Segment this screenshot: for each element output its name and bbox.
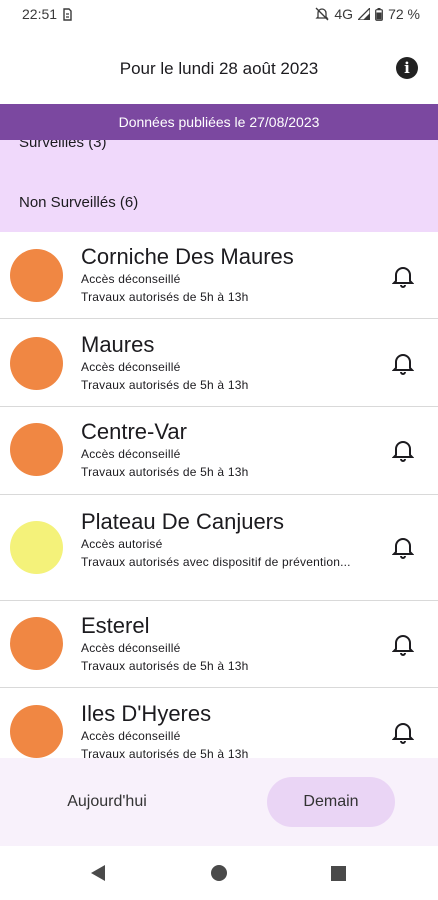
- recents-icon[interactable]: [331, 866, 346, 886]
- page-title: Pour le lundi 28 août 2023: [119, 59, 319, 78]
- risk-indicator: [10, 249, 63, 302]
- bottom-navigation: Aujourd'hui Demain: [0, 758, 438, 846]
- tab-tomorrow[interactable]: Demain: [267, 777, 395, 827]
- access-status: Accès autorisé: [81, 537, 163, 551]
- group-header-non-surveilles[interactable]: Non Surveillés (6): [19, 194, 138, 211]
- group-header-surveilles[interactable]: Surveillés (3): [19, 140, 107, 151]
- battery-level: 72 %: [388, 6, 420, 22]
- massif-list: Corniche Des Maures Accès déconseillé Tr…: [0, 232, 438, 758]
- app-bar: Pour le lundi 28 août 2023 i: [0, 40, 438, 98]
- system-navigation-bar: [0, 846, 438, 900]
- access-status: Accès déconseillé: [81, 272, 181, 286]
- status-bar: 22:51 4G 72 %: [0, 0, 438, 28]
- list-item[interactable]: Iles D'Hyeres Accès déconseillé Travaux …: [0, 688, 438, 758]
- bell-icon[interactable]: [391, 720, 415, 744]
- signal-icon: [358, 8, 371, 20]
- info-icon[interactable]: i: [396, 57, 418, 79]
- massif-name: Esterel: [81, 613, 150, 638]
- home-icon[interactable]: [211, 865, 227, 886]
- bell-icon[interactable]: [391, 351, 415, 375]
- works-status: Travaux autorisés de 5h à 13h: [81, 659, 249, 673]
- notifications-off-icon: [315, 7, 329, 21]
- list-item[interactable]: Maures Accès déconseillé Travaux autoris…: [0, 319, 438, 407]
- list-item[interactable]: Corniche Des Maures Accès déconseillé Tr…: [0, 232, 438, 319]
- risk-indicator: [10, 337, 63, 390]
- back-icon[interactable]: [90, 864, 106, 887]
- bell-icon[interactable]: [391, 438, 415, 462]
- massif-name: Centre-Var: [81, 419, 187, 444]
- works-status: Travaux autorisés avec dispositif de pré…: [81, 555, 351, 569]
- bell-icon[interactable]: [391, 632, 415, 656]
- list-item[interactable]: Plateau De Canjuers Accès autorisé Trava…: [0, 495, 438, 601]
- bell-icon[interactable]: [391, 264, 415, 288]
- published-banner: Données publiées le 27/08/2023: [0, 104, 438, 140]
- tab-today[interactable]: Aujourd'hui: [28, 777, 186, 827]
- network-type: 4G: [334, 6, 354, 22]
- access-status: Accès déconseillé: [81, 447, 181, 461]
- list-item[interactable]: Esterel Accès déconseillé Travaux autori…: [0, 601, 438, 688]
- sim-icon: [63, 7, 72, 21]
- bell-icon[interactable]: [391, 535, 415, 559]
- works-status: Travaux autorisés de 5h à 13h: [81, 747, 249, 758]
- access-status: Accès déconseillé: [81, 360, 181, 374]
- massif-name: Plateau De Canjuers: [81, 509, 285, 534]
- group-headers: Surveillés (3) Non Surveillés (6): [0, 140, 438, 232]
- access-status: Accès déconseillé: [81, 729, 181, 743]
- risk-indicator: [10, 617, 63, 670]
- risk-indicator: [10, 423, 63, 476]
- battery-icon: [375, 7, 383, 21]
- works-status: Travaux autorisés de 5h à 13h: [81, 290, 249, 304]
- works-status: Travaux autorisés de 5h à 13h: [81, 465, 249, 479]
- risk-indicator: [10, 521, 63, 574]
- massif-name: Iles D'Hyeres: [81, 701, 212, 726]
- risk-indicator: [10, 705, 63, 758]
- massif-name: Maures: [81, 332, 155, 357]
- list-item[interactable]: Centre-Var Accès déconseillé Travaux aut…: [0, 407, 438, 495]
- access-status: Accès déconseillé: [81, 641, 181, 655]
- massif-name: Corniche Des Maures: [81, 244, 294, 269]
- clock: 22:51: [22, 6, 58, 22]
- works-status: Travaux autorisés de 5h à 13h: [81, 378, 249, 392]
